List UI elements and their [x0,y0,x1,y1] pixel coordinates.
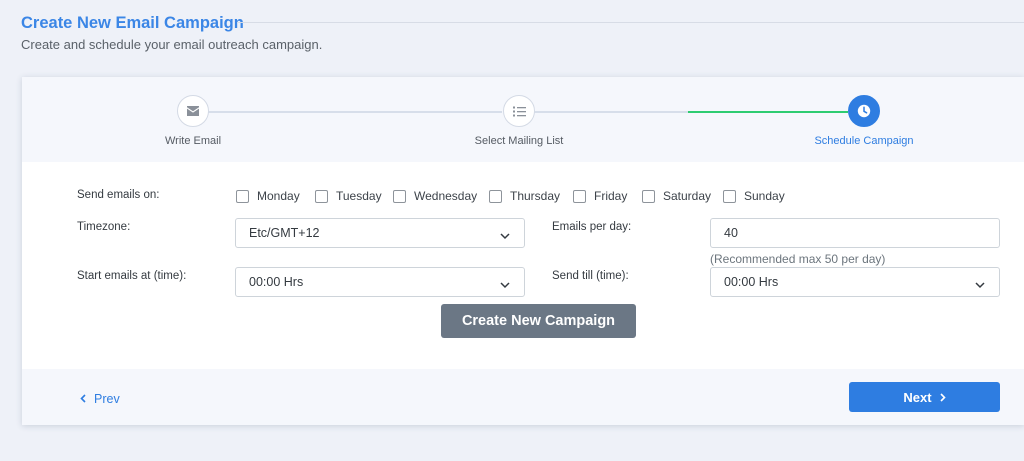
progress-stepper: Write Email Select Mailing List Schedule… [22,77,1024,162]
send-till-label: Send till (time): [552,270,629,282]
start-time-label: Start emails at (time): [77,270,187,282]
day-friday[interactable]: Friday [573,189,627,203]
day-label: Monday [257,189,300,203]
page-title: Create New Email Campaign [21,14,244,32]
send-till-value: 00:00 Hrs [724,275,779,289]
step-label-write-email: Write Email [164,135,222,147]
campaign-card: Write Email Select Mailing List Schedule… [22,77,1024,425]
title-divider [237,22,1024,23]
day-wednesday[interactable]: Wednesday [393,189,477,203]
clock-icon [857,104,871,118]
step-write-email[interactable] [177,95,209,127]
day-label: Tuesday [336,189,382,203]
wednesday-checkbox[interactable] [393,189,406,203]
sunday-checkbox[interactable] [723,189,736,203]
start-time-value: 00:00 Hrs [249,275,304,289]
friday-checkbox[interactable] [573,189,586,203]
day-label: Thursday [510,189,561,203]
day-label: Friday [594,189,628,203]
tuesday-checkbox[interactable] [315,189,328,203]
emails-per-day-input[interactable]: 40 [710,218,1000,248]
step-schedule-campaign[interactable] [848,95,880,127]
step-connector-2 [534,111,688,113]
timezone-label: Timezone: [77,221,131,233]
send-on-label: Send emails on: [77,189,160,201]
step-label-select-mailing-list: Select Mailing List [474,135,564,147]
day-tuesday[interactable]: Tuesday [315,189,382,203]
step-connector-3-complete [688,111,848,113]
day-label: Saturday [663,189,712,203]
day-monday[interactable]: Monday [236,189,300,203]
day-label: Sunday [744,189,785,203]
emails-per-day-hint: (Recommended max 50 per day) [710,252,886,266]
thursday-checkbox[interactable] [489,189,502,203]
day-thursday[interactable]: Thursday [489,189,560,203]
page-subtitle: Create and schedule your email outreach … [21,37,323,52]
envelope-icon [187,106,199,116]
day-saturday[interactable]: Saturday [642,189,711,203]
day-label: Wednesday [414,189,478,203]
chevron-down-icon [500,278,510,292]
chevron-left-icon [80,392,94,406]
next-button[interactable]: Next [849,382,1000,412]
chevron-down-icon [500,229,510,243]
send-till-select[interactable]: 00:00 Hrs [710,267,1000,297]
create-campaign-button[interactable]: Create New Campaign [441,304,636,338]
saturday-checkbox[interactable] [642,189,655,203]
next-label: Next [903,389,932,405]
emails-per-day-value: 40 [724,226,738,240]
start-time-select[interactable]: 00:00 Hrs [235,267,525,297]
step-connector-1 [208,111,502,113]
step-select-mailing-list[interactable] [503,95,535,127]
prev-label: Prev [94,392,120,406]
emails-per-day-label: Emails per day: [552,221,632,233]
day-sunday[interactable]: Sunday [723,189,785,203]
step-label-schedule-campaign: Schedule Campaign [814,135,914,147]
list-icon [512,106,526,117]
monday-checkbox[interactable] [236,189,249,203]
timezone-select[interactable]: Etc/GMT+12 [235,218,525,248]
prev-button[interactable]: Prev [80,392,120,406]
timezone-value: Etc/GMT+12 [249,226,320,240]
chevron-right-icon [932,390,946,405]
chevron-down-icon [975,278,985,292]
